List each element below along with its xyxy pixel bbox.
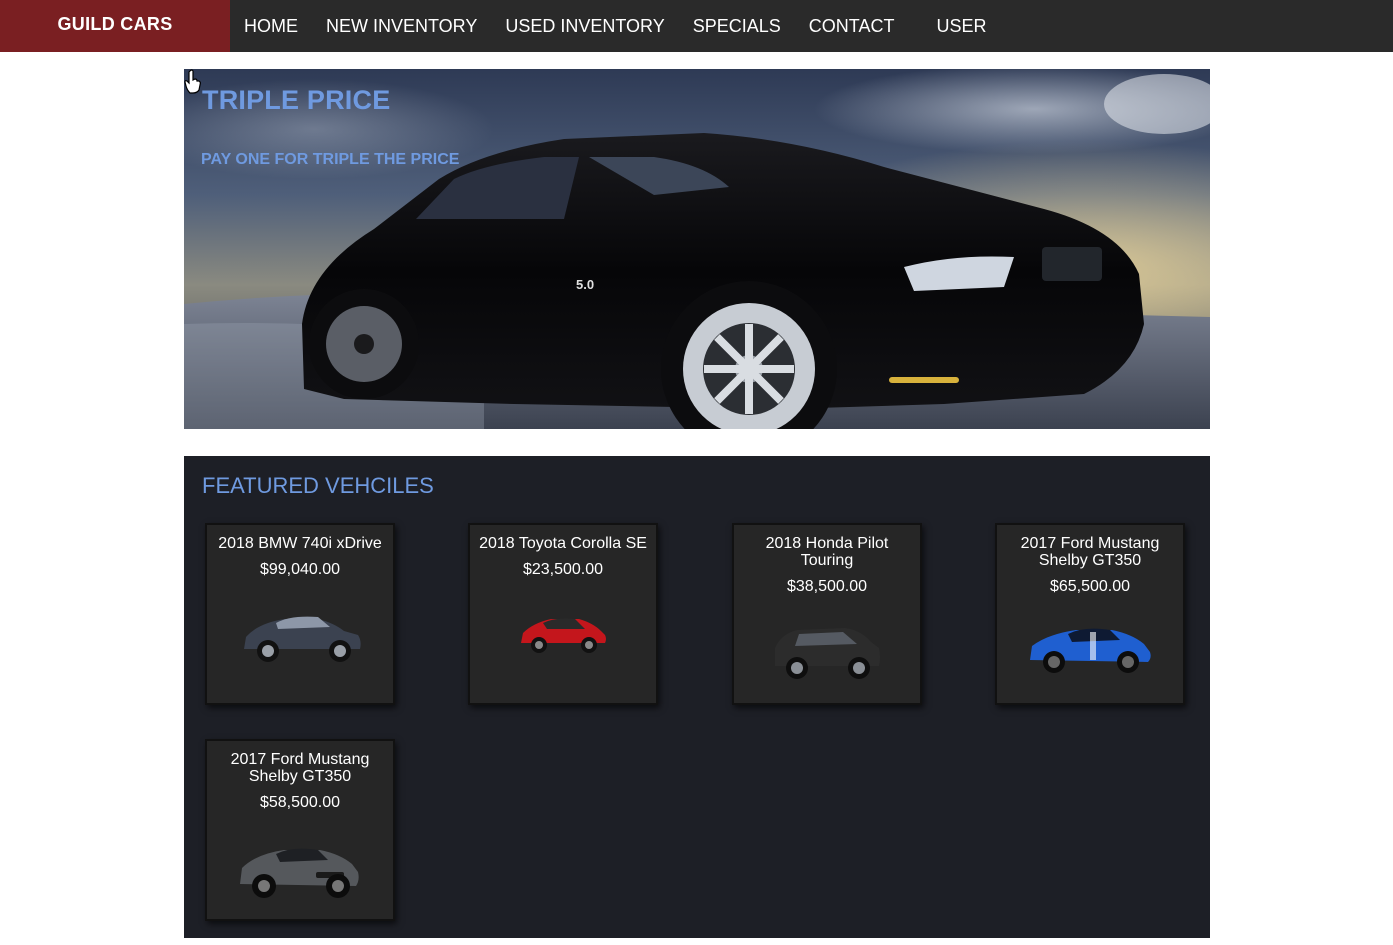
vehicle-image [775, 628, 880, 679]
nav-home-link[interactable]: HOME [230, 2, 312, 50]
vehicle-price: $58,500.00 [259, 794, 341, 811]
svg-text:5.0: 5.0 [576, 277, 594, 292]
vehicle-card[interactable]: 2017 Ford Mustang Shelby GT350 $65,500.0… [995, 523, 1185, 705]
featured-vehicles-section: FEATURED VEHCILES 2018 BMW 740i xDrive $… [184, 456, 1210, 938]
hero-car-image: 5.0 [184, 69, 1210, 429]
vehicle-price: $23,500.00 [522, 561, 604, 578]
vehicle-image [521, 618, 606, 653]
hero-title: TRIPLE PRICE [202, 85, 391, 115]
hero-subtitle: PAY ONE FOR TRIPLE THE PRICE [201, 151, 460, 168]
vehicle-name: 2018 BMW 740i xDrive [218, 535, 382, 552]
nav-contact-link[interactable]: CONTACT [795, 2, 909, 50]
vehicle-card[interactable]: 2018 Toyota Corolla SE $23,500.00 [468, 523, 658, 705]
nav-used-inventory-link[interactable]: USED INVENTORY [491, 2, 678, 50]
vehicle-price: $65,500.00 [1049, 578, 1131, 595]
nav-links: HOME NEW INVENTORY USED INVENTORY SPECIA… [230, 0, 1000, 52]
nav-user-link[interactable]: USER [922, 2, 1000, 50]
nav-specials-link[interactable]: SPECIALS [679, 2, 795, 50]
vehicle-card[interactable]: 2018 BMW 740i xDrive $99,040.00 [205, 523, 395, 705]
hand-cursor-icon [184, 69, 201, 94]
vehicle-name: 2018 Honda Pilot Touring [765, 535, 889, 569]
vehicle-name: 2018 Toyota Corolla SE [479, 535, 647, 552]
hero-banner[interactable]: 5.0 TRIPLE PRICE PAY ONE FOR TRIPLE THE … [184, 69, 1210, 429]
vehicle-price: $99,040.00 [259, 561, 341, 578]
vehicle-image [1030, 628, 1151, 673]
vehicle-image [244, 616, 361, 662]
vehicle-name: 2017 Ford Mustang Shelby GT350 [230, 751, 370, 785]
top-navbar: GUILD CARS HOME NEW INVENTORY USED INVEN… [0, 0, 1393, 52]
vehicle-card[interactable]: 2018 Honda Pilot Touring $38,500.00 [732, 523, 922, 705]
vehicle-image [240, 848, 359, 898]
nav-new-inventory-link[interactable]: NEW INVENTORY [312, 2, 491, 50]
brand-logo-link[interactable]: GUILD CARS [0, 0, 230, 52]
vehicle-card[interactable]: 2017 Ford Mustang Shelby GT350 $58,500.0… [205, 739, 395, 921]
featured-title: FEATURED VEHCILES [202, 473, 434, 498]
vehicle-name: 2017 Ford Mustang Shelby GT350 [1020, 535, 1160, 569]
vehicle-price: $38,500.00 [786, 578, 868, 595]
